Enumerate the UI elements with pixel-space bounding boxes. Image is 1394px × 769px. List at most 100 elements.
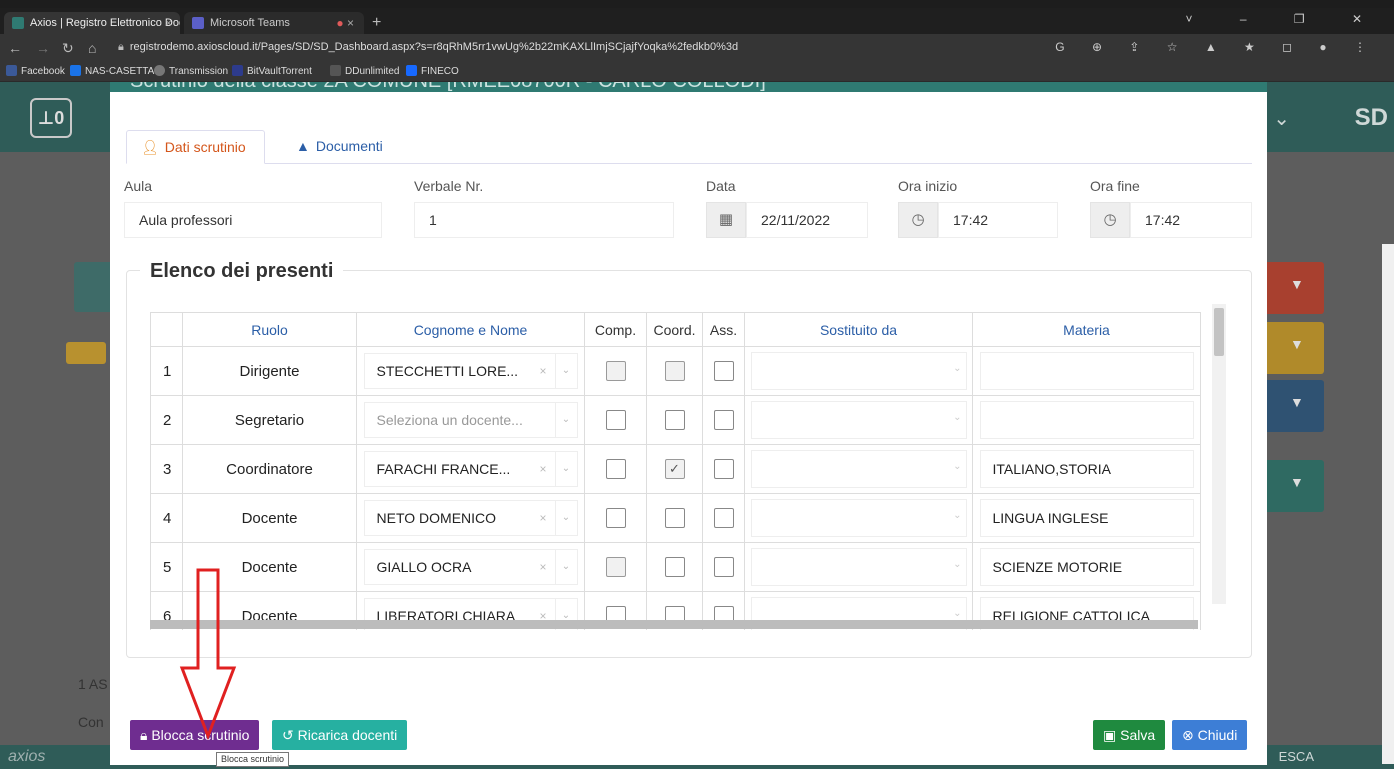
tab-documenti[interactable]: ▲ Documenti	[282, 130, 401, 164]
coord-checkbox[interactable]	[664, 557, 685, 577]
nome-cell: FARACHI FRANCE... × ⌄	[356, 444, 585, 494]
materia-cell	[972, 395, 1201, 445]
ass-checkbox[interactable]	[713, 508, 734, 528]
user-initials[interactable]: SD	[1355, 104, 1388, 132]
docente-select[interactable]: Seleziona un docente... ⌄	[363, 402, 578, 438]
extension-icons[interactable]: G ⊕ ⇪ ☆ ▲ ★ ◻ ● ⋮	[1055, 40, 1378, 54]
docente-select[interactable]: GIALLO OCRA × ⌄	[363, 549, 578, 585]
clear-icon[interactable]: ×	[539, 452, 546, 486]
chevron-down-icon[interactable]: ⌄	[554, 354, 577, 388]
new-tab-button[interactable]: +	[372, 12, 381, 34]
ora-inizio-field[interactable]: 17:42	[938, 202, 1058, 238]
clock-icon[interactable]: ◷	[1090, 202, 1130, 238]
sostituito-select[interactable]: ⌄	[750, 499, 967, 537]
url-field[interactable]: 🔒︎ registrodemo.axioscloud.it/Pages/SD/SD…	[118, 41, 738, 54]
ass-checkbox[interactable]	[713, 410, 734, 430]
chevron-down-icon[interactable]: ⌄	[1273, 106, 1290, 131]
scrollbar-thumb[interactable]	[1214, 308, 1224, 356]
calendar-icon[interactable]: ▦	[706, 202, 746, 238]
bookmark-facebook[interactable]: Facebook	[6, 65, 65, 77]
col-ass[interactable]: Ass.	[702, 312, 745, 347]
bookmark-nas[interactable]: NAS-CASETTA	[70, 65, 154, 77]
chevron-down-icon: ⌄	[953, 608, 962, 619]
page-scrollbar[interactable]	[1382, 244, 1394, 764]
docente-select[interactable]: FARACHI FRANCE... × ⌄	[363, 451, 578, 487]
ass-cell	[702, 395, 745, 445]
window-controls[interactable]: ˅ – ❐ ✕	[1186, 12, 1385, 26]
back-arrow-icon[interactable]: ←	[8, 38, 22, 58]
comp-checkbox[interactable]	[605, 410, 626, 430]
side-card-red[interactable]: ▼	[1264, 262, 1324, 314]
browser-tab-teams[interactable]: Microsoft Teams ● ×	[184, 12, 364, 34]
ass-checkbox[interactable]	[713, 361, 734, 381]
col-materia[interactable]: Materia	[972, 312, 1201, 347]
tab-dati-scrutinio[interactable]: 👤︎ Dati scrutinio	[126, 130, 265, 164]
chevron-down-icon[interactable]: ⌄	[554, 501, 577, 535]
browser-tab-axios[interactable]: Axios | Registro Elettronico Doce ×	[4, 12, 180, 34]
ass-checkbox[interactable]	[713, 557, 734, 577]
sostituito-select[interactable]: ⌄	[750, 450, 967, 488]
ricarica-docenti-button[interactable]: ↺ Ricarica docenti	[272, 720, 408, 750]
sostituito-select[interactable]: ⌄	[750, 352, 967, 390]
coord-checkbox[interactable]	[664, 361, 685, 381]
nome-cell: STECCHETTI LORE... × ⌄	[356, 346, 585, 396]
ass-checkbox[interactable]	[713, 459, 734, 479]
clear-icon[interactable]: ×	[539, 354, 546, 388]
modal-title-bar: Scrutinio della classe 2A COMUNE [RMEE08…	[110, 82, 1267, 92]
verbale-field[interactable]: 1	[414, 202, 674, 238]
presenti-table: Ruolo Cognome e Nome Comp. Coord. Ass. S…	[150, 312, 1201, 630]
salva-button[interactable]: ▣ Salva	[1093, 720, 1166, 750]
coord-checkbox[interactable]	[664, 508, 685, 528]
coord-checkbox[interactable]	[664, 410, 685, 430]
col-comp[interactable]: Comp.	[584, 312, 647, 347]
coord-checkbox[interactable]: ✓	[664, 459, 685, 479]
comp-checkbox[interactable]	[605, 508, 626, 528]
col-coord[interactable]: Coord.	[646, 312, 703, 347]
home-icon[interactable]: ⌂	[88, 38, 96, 58]
bookmark-ddunlimited[interactable]: DDunlimited	[330, 65, 399, 77]
col-ruolo[interactable]: Ruolo	[182, 312, 357, 347]
ruolo-cell: Dirigente	[182, 346, 357, 396]
bookmark-bitvault[interactable]: BitVaultTorrent	[232, 65, 312, 77]
col-sostituito[interactable]: Sostituito da	[744, 312, 973, 347]
sostituito-cell: ⌄	[744, 444, 973, 494]
comp-checkbox[interactable]	[605, 557, 626, 577]
chevron-down-icon[interactable]: ⌄	[554, 452, 577, 486]
clock-icon[interactable]: ◷	[898, 202, 938, 238]
chevron-down-icon[interactable]: ⌄	[554, 403, 577, 437]
comp-checkbox[interactable]	[605, 361, 626, 381]
clear-icon[interactable]: ×	[539, 501, 546, 535]
sostituito-cell: ⌄	[744, 542, 973, 592]
side-card-yellow[interactable]: ▼	[1264, 322, 1324, 374]
sostituito-select[interactable]: ⌄	[750, 401, 967, 439]
tab-close-icon[interactable]: ×	[165, 12, 172, 34]
reload-icon: ↺	[282, 727, 294, 743]
sostituito-cell: ⌄	[744, 395, 973, 445]
ora-fine-field[interactable]: 17:42	[1130, 202, 1252, 238]
side-card-blue[interactable]: ▼	[1264, 380, 1324, 432]
chiudi-button[interactable]: ⊗ Chiudi	[1172, 720, 1248, 750]
nome-cell: NETO DOMENICO × ⌄	[356, 493, 585, 543]
docente-select[interactable]: NETO DOMENICO × ⌄	[363, 500, 578, 536]
data-field[interactable]: 22/11/2022	[746, 202, 868, 238]
forward-arrow-icon[interactable]: →	[36, 38, 50, 58]
docente-select[interactable]: STECCHETTI LORE... × ⌄	[363, 353, 578, 389]
axios-favicon-icon	[12, 17, 24, 29]
clear-icon[interactable]: ×	[539, 550, 546, 584]
comp-checkbox[interactable]	[605, 459, 626, 479]
grid-vertical-scrollbar[interactable]	[1212, 304, 1226, 604]
chevron-down-icon[interactable]: ⌄	[554, 550, 577, 584]
comp-cell	[584, 444, 647, 494]
aula-field[interactable]: Aula professori	[124, 202, 382, 238]
coord-cell: ✓	[646, 444, 703, 494]
tab-close-icon[interactable]: ×	[347, 16, 354, 30]
bookmark-fineco[interactable]: FINECO	[406, 65, 459, 77]
materia-field	[979, 352, 1194, 390]
grid-horizontal-scrollbar[interactable]	[150, 620, 1198, 629]
col-nome[interactable]: Cognome e Nome	[356, 312, 585, 347]
reload-icon[interactable]: ↻	[62, 38, 74, 58]
materia-cell	[972, 346, 1201, 396]
side-card-teal[interactable]: ▼	[1264, 460, 1324, 512]
sostituito-select[interactable]: ⌄	[750, 548, 967, 586]
bookmark-transmission[interactable]: Transmission	[154, 65, 228, 77]
